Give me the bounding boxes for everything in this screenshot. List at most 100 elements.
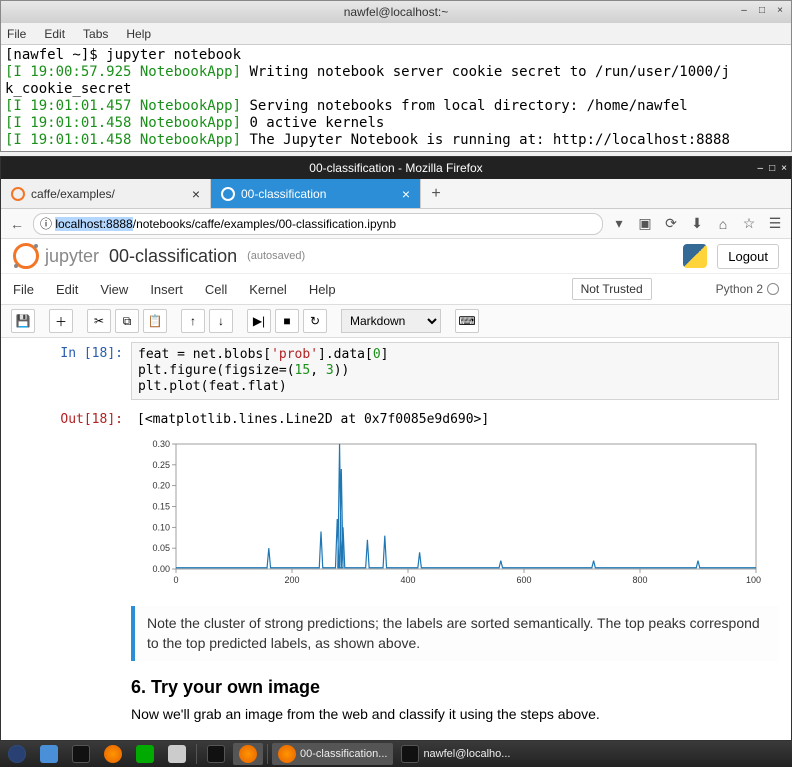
- jupyter-logo-icon: [13, 243, 39, 269]
- trust-indicator[interactable]: Not Trusted: [572, 278, 652, 300]
- maximize-icon[interactable]: □: [755, 5, 769, 19]
- terminal-window: nawfel@localhost:~ – □ × File Edit Tabs …: [0, 0, 792, 152]
- menu-edit[interactable]: Edit: [56, 282, 78, 297]
- markdown-heading[interactable]: 6. Try your own image: [131, 677, 779, 698]
- home-icon[interactable]: ⌂: [713, 216, 733, 232]
- code-input[interactable]: feat = net.blobs['prob'].data[0] plt.fig…: [131, 342, 779, 400]
- terminal-title: nawfel@localhost:~: [344, 5, 449, 19]
- tab-close-icon[interactable]: ×: [192, 186, 200, 202]
- taskbar: 00-classification... nawfel@localho...: [0, 741, 792, 767]
- browser-titlebar[interactable]: 00-classification - Mozilla Firefox – □ …: [1, 157, 791, 179]
- tab-caffe-examples[interactable]: caffe/examples/ ×: [1, 179, 211, 208]
- terminal-titlebar[interactable]: nawfel@localhost:~ – □ ×: [1, 1, 791, 23]
- menu-cell[interactable]: Cell: [205, 282, 227, 297]
- output-cell: Out[18]: [<matplotlib.lines.Line2D at 0x…: [1, 408, 791, 431]
- start-button[interactable]: [2, 743, 32, 765]
- tab-strip: caffe/examples/ × 00-classification × +: [1, 179, 791, 209]
- copy-button[interactable]: ⧉: [115, 309, 139, 333]
- stop-button[interactable]: ■: [275, 309, 299, 333]
- menu-file[interactable]: File: [13, 282, 34, 297]
- menu-kernel[interactable]: Kernel: [249, 282, 287, 297]
- firefox-icon: [278, 745, 296, 763]
- menu-icon[interactable]: ☰: [765, 215, 785, 232]
- svg-text:0.20: 0.20: [152, 481, 170, 491]
- tab-close-icon[interactable]: ×: [402, 186, 410, 202]
- python-logo-icon: [683, 244, 707, 268]
- reload-icon[interactable]: ⟳: [661, 215, 681, 232]
- add-cell-button[interactable]: ＋: [49, 309, 73, 333]
- terminal-body[interactable]: [nawfel ~]$ jupyter notebook [I 19:00:57…: [1, 45, 791, 151]
- in-prompt: In [18]:: [1, 342, 131, 400]
- output-chart: 0.000.050.100.150.200.250.30020040060080…: [131, 439, 779, 594]
- menu-help[interactable]: Help: [309, 282, 336, 297]
- minimize-icon[interactable]: –: [758, 163, 764, 174]
- output-text: [<matplotlib.lines.Line2D at 0x7f0085e9d…: [131, 408, 791, 431]
- save-button[interactable]: 💾: [11, 309, 35, 333]
- maximize-icon[interactable]: □: [769, 163, 775, 174]
- jupyter-logo[interactable]: jupyter: [13, 243, 99, 269]
- terminal-prompt: [nawfel ~]$ jupyter notebook: [5, 47, 241, 63]
- svg-text:0.05: 0.05: [152, 543, 170, 553]
- menu-edit[interactable]: Edit: [44, 27, 65, 41]
- terminal-icon: [401, 745, 419, 763]
- launcher-firefox[interactable]: [98, 743, 128, 765]
- fedora-icon: [8, 745, 26, 763]
- launcher-monitor[interactable]: [130, 743, 160, 765]
- launcher-terminal[interactable]: [66, 743, 96, 765]
- address-bar: ← ⓘ localhost:8888/notebooks/caffe/examp…: [1, 209, 791, 239]
- move-down-button[interactable]: ↓: [209, 309, 233, 333]
- launcher-firefox-2[interactable]: [233, 743, 263, 765]
- jupyter-header: jupyter 00-classification (autosaved) Lo…: [1, 239, 791, 273]
- autosave-label: (autosaved): [247, 250, 305, 262]
- kernel-indicator[interactable]: Python 2: [716, 282, 779, 296]
- desktop-icon: [40, 745, 58, 763]
- out-prompt: Out[18]:: [1, 408, 131, 431]
- code-cell[interactable]: In [18]: feat = net.blobs['prob'].data[0…: [1, 342, 791, 400]
- cell-type-select[interactable]: Markdown: [341, 309, 441, 333]
- monitor-icon: [136, 745, 154, 763]
- reader-icon[interactable]: ▣: [635, 215, 655, 232]
- tab-00-classification[interactable]: 00-classification ×: [211, 179, 421, 208]
- command-palette-button[interactable]: ⌨: [455, 309, 479, 333]
- jupyter-toolbar: 💾 ＋ ✂ ⧉ 📋 ↑ ↓ ▶| ■ ↻ Markdown ⌨: [1, 304, 791, 338]
- logout-button[interactable]: Logout: [717, 244, 779, 269]
- menu-help[interactable]: Help: [126, 27, 151, 41]
- svg-text:200: 200: [284, 575, 299, 585]
- show-desktop-button[interactable]: [34, 743, 64, 765]
- terminal-icon: [207, 745, 225, 763]
- svg-text:800: 800: [632, 575, 647, 585]
- menu-insert[interactable]: Insert: [150, 282, 183, 297]
- downloads-icon[interactable]: ⬇: [687, 215, 707, 232]
- notebook-cells[interactable]: In [18]: feat = net.blobs['prob'].data[0…: [1, 338, 791, 740]
- move-up-button[interactable]: ↑: [181, 309, 205, 333]
- taskbar-item-firefox[interactable]: 00-classification...: [272, 743, 393, 765]
- url-input[interactable]: ⓘ localhost:8888/notebooks/caffe/example…: [33, 213, 603, 235]
- dropdown-icon[interactable]: ▾: [609, 215, 629, 232]
- paste-button[interactable]: 📋: [143, 309, 167, 333]
- notebook-page: jupyter 00-classification (autosaved) Lo…: [1, 239, 791, 740]
- menu-tabs[interactable]: Tabs: [83, 27, 108, 41]
- jupyter-icon: [11, 187, 25, 201]
- markdown-paragraph[interactable]: Now we'll grab an image from the web and…: [131, 706, 779, 722]
- menu-view[interactable]: View: [100, 282, 128, 297]
- bookmark-icon[interactable]: ☆: [739, 215, 759, 232]
- files-icon: [168, 745, 186, 763]
- run-button[interactable]: ▶|: [247, 309, 271, 333]
- browser-window: 00-classification - Mozilla Firefox – □ …: [0, 156, 792, 741]
- close-icon[interactable]: ×: [781, 163, 787, 174]
- svg-text:0: 0: [173, 575, 178, 585]
- svg-text:1000: 1000: [746, 575, 761, 585]
- taskbar-item-terminal[interactable]: nawfel@localho...: [395, 743, 516, 765]
- launcher-files[interactable]: [162, 743, 192, 765]
- new-tab-button[interactable]: +: [421, 179, 451, 208]
- minimize-icon[interactable]: –: [737, 5, 751, 19]
- launcher-terminal-2[interactable]: [201, 743, 231, 765]
- back-button[interactable]: ←: [7, 216, 27, 232]
- close-icon[interactable]: ×: [773, 5, 787, 19]
- notebook-name[interactable]: 00-classification: [109, 246, 237, 267]
- restart-button[interactable]: ↻: [303, 309, 327, 333]
- menu-file[interactable]: File: [7, 27, 26, 41]
- info-icon[interactable]: ⓘ: [40, 215, 55, 232]
- cut-button[interactable]: ✂: [87, 309, 111, 333]
- markdown-note[interactable]: Note the cluster of strong predictions; …: [131, 606, 779, 661]
